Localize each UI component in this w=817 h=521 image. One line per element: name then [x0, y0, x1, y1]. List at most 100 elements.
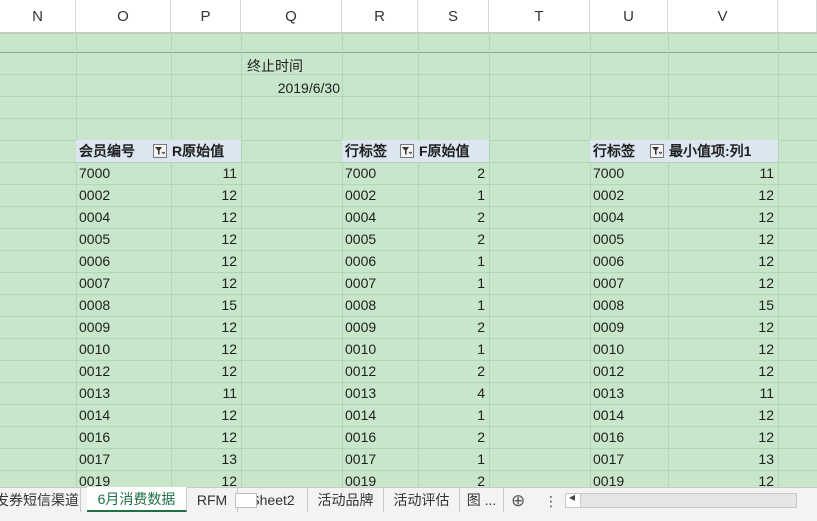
pivot-f-row-label[interactable]: 0009	[342, 316, 418, 338]
pivot-r-row-value[interactable]: 12	[171, 206, 241, 228]
pivot-min-row-label[interactable]: 0007	[590, 272, 668, 294]
pivot-min-row-value[interactable]: 12	[668, 404, 778, 426]
pivot-f-row-value[interactable]: 1	[418, 184, 489, 206]
more-options-icon[interactable]: ⋮	[544, 490, 558, 512]
pivot-f-row-label[interactable]: 0006	[342, 250, 418, 272]
pivot-f-row-value[interactable]: 2	[418, 228, 489, 250]
pivot-r-row-label[interactable]: 0013	[76, 382, 171, 404]
filter-dropdown-icon[interactable]	[650, 144, 664, 158]
pivot-f-row-value[interactable]: 2	[418, 360, 489, 382]
pivot-r-row-value[interactable]: 12	[171, 250, 241, 272]
pivot-f-row-label[interactable]: 0014	[342, 404, 418, 426]
pivot-min-row-label[interactable]: 7000	[590, 162, 668, 184]
pivot-f-row-label[interactable]: 0013	[342, 382, 418, 404]
pivot-f-row-label[interactable]: 0012	[342, 360, 418, 382]
pivot-min-row-value[interactable]: 12	[668, 426, 778, 448]
pivot-min-row-value[interactable]: 11	[668, 382, 778, 404]
pivot-r-header-row-label[interactable]: 会员编号	[76, 140, 171, 162]
column-header-u[interactable]: U	[590, 0, 668, 32]
pivot-r-header-value[interactable]: R原始值	[171, 140, 241, 162]
pivot-f-row-label[interactable]: 0016	[342, 426, 418, 448]
column-header-t[interactable]: T	[489, 0, 590, 32]
pivot-min-row-value[interactable]: 12	[668, 316, 778, 338]
pivot-min-header-row-label[interactable]: 行标签	[590, 140, 668, 162]
pivot-r-row-value[interactable]: 11	[171, 382, 241, 404]
pivot-r-row-label[interactable]: 0004	[76, 206, 171, 228]
pivot-min-row-label[interactable]: 0006	[590, 250, 668, 272]
pivot-min-row-label[interactable]: 0016	[590, 426, 668, 448]
pivot-f-header-row-label[interactable]: 行标签	[342, 140, 418, 162]
pivot-r-row-label[interactable]: 0007	[76, 272, 171, 294]
scroll-left-button[interactable]: ◂	[566, 490, 581, 507]
pivot-f-row-label[interactable]: 0004	[342, 206, 418, 228]
pivot-min-row-label[interactable]: 0009	[590, 316, 668, 338]
pivot-r-row-value[interactable]: 12	[171, 470, 241, 487]
filter-dropdown-icon[interactable]	[153, 144, 167, 158]
pivot-r-row-value[interactable]: 12	[171, 184, 241, 206]
pivot-min-row-value[interactable]: 12	[668, 338, 778, 360]
pivot-f-row-value[interactable]: 1	[418, 250, 489, 272]
sheet-tab[interactable]: 活动品牌	[308, 488, 384, 512]
pivot-f-row-value[interactable]: 2	[418, 206, 489, 228]
column-header-s[interactable]: S	[418, 0, 489, 32]
pivot-f-row-label[interactable]: 0017	[342, 448, 418, 470]
pivot-f-row-value[interactable]: 1	[418, 272, 489, 294]
pivot-min-row-value[interactable]: 12	[668, 184, 778, 206]
pivot-r-row-value[interactable]: 11	[171, 162, 241, 184]
pivot-min-row-label[interactable]: 0004	[590, 206, 668, 228]
pivot-r-row-value[interactable]: 12	[171, 360, 241, 382]
sheet-tab[interactable]: RFM	[187, 488, 238, 512]
pivot-r-row-label[interactable]: 0016	[76, 426, 171, 448]
pivot-min-row-label[interactable]: 0010	[590, 338, 668, 360]
column-header-v[interactable]: V	[668, 0, 778, 32]
pivot-r-row-value[interactable]: 12	[171, 316, 241, 338]
pivot-r-row-value[interactable]: 12	[171, 426, 241, 448]
pivot-f-row-label[interactable]: 0008	[342, 294, 418, 316]
pivot-f-row-value[interactable]: 2	[418, 470, 489, 487]
pivot-min-row-label[interactable]: 0002	[590, 184, 668, 206]
pivot-f-row-value[interactable]: 4	[418, 382, 489, 404]
pivot-r-row-value[interactable]: 15	[171, 294, 241, 316]
pivot-min-row-label[interactable]: 0012	[590, 360, 668, 382]
sheet-tab[interactable]: 6月消费数据	[87, 487, 187, 512]
pivot-f-row-value[interactable]: 2	[418, 316, 489, 338]
column-header-r[interactable]: R	[342, 0, 418, 32]
pivot-f-row-label[interactable]: 7000	[342, 162, 418, 184]
pivot-r-row-label[interactable]: 0012	[76, 360, 171, 382]
sheet-tab[interactable]: 活动评估	[384, 488, 460, 512]
pivot-r-row-label[interactable]: 0019	[76, 470, 171, 487]
pivot-f-row-label[interactable]: 0002	[342, 184, 418, 206]
pivot-f-row-value[interactable]: 2	[418, 426, 489, 448]
pivot-r-row-value[interactable]: 12	[171, 404, 241, 426]
pivot-r-row-label[interactable]: 0002	[76, 184, 171, 206]
pivot-f-row-value[interactable]: 1	[418, 338, 489, 360]
pivot-min-row-value[interactable]: 12	[668, 250, 778, 272]
column-header-o[interactable]: O	[76, 0, 171, 32]
pivot-f-header-value[interactable]: F原始值	[418, 140, 489, 162]
sheet-tab[interactable]: 发券短信渠道	[0, 488, 81, 512]
pivot-r-row-label[interactable]: 0017	[76, 448, 171, 470]
pivot-min-row-value[interactable]: 12	[668, 360, 778, 382]
pivot-r-row-label[interactable]: 0005	[76, 228, 171, 250]
pivot-min-row-value[interactable]: 15	[668, 294, 778, 316]
pivot-f-row-value[interactable]: 1	[418, 294, 489, 316]
column-header-q[interactable]: Q	[241, 0, 342, 32]
pivot-r-row-label[interactable]: 0008	[76, 294, 171, 316]
pivot-r-row-label[interactable]: 0010	[76, 338, 171, 360]
pivot-min-row-label[interactable]: 0014	[590, 404, 668, 426]
horizontal-scrollbar[interactable]: ◂	[565, 490, 797, 508]
pivot-r-row-value[interactable]: 13	[171, 448, 241, 470]
pivot-min-row-label[interactable]: 0013	[590, 382, 668, 404]
pivot-f-row-label[interactable]: 0019	[342, 470, 418, 487]
pivot-f-row-value[interactable]: 1	[418, 404, 489, 426]
pivot-r-row-label[interactable]: 0014	[76, 404, 171, 426]
scrollbar-thumb[interactable]	[235, 493, 257, 508]
worksheet-grid[interactable]: 终止时间 2019/6/30 会员编号 R原始值 7000 11 0002 12 0004 1…	[0, 33, 817, 487]
pivot-f-row-value[interactable]: 1	[418, 448, 489, 470]
pivot-min-row-label[interactable]: 0017	[590, 448, 668, 470]
add-sheet-icon[interactable]: ⊕	[511, 490, 525, 512]
pivot-min-row-label[interactable]: 0008	[590, 294, 668, 316]
pivot-f-row-value[interactable]: 2	[418, 162, 489, 184]
filter-dropdown-icon[interactable]	[400, 144, 414, 158]
pivot-r-row-value[interactable]: 12	[171, 228, 241, 250]
